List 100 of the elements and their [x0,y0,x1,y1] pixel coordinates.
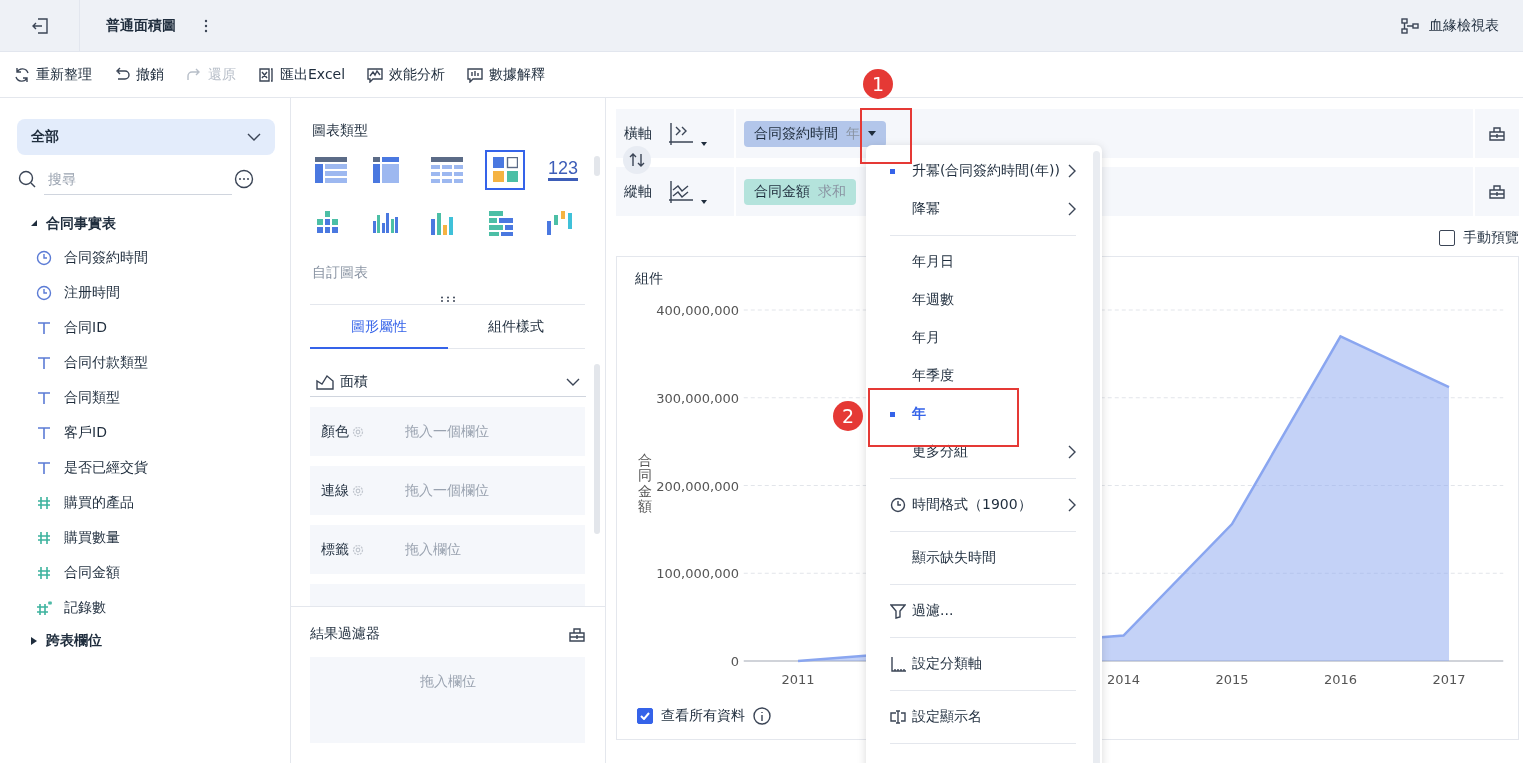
field-name[interactable]: 記錄數 [64,598,106,617]
caret-down-icon[interactable] [30,220,38,228]
field-pill[interactable]: 合同金額 求和 [744,178,856,205]
lineage-icon [1401,17,1419,34]
search-field[interactable]: 搜尋 [44,163,232,195]
more-options-icon[interactable] [234,169,254,189]
performance-icon [367,66,384,83]
annotation-badge: 1 [863,69,893,99]
hash-icon [36,494,52,511]
clock-icon [36,284,52,301]
axis-label: 橫軸 [624,124,652,143]
menu-item[interactable]: 年週數 [890,281,1076,319]
chevron-down-icon [566,377,580,386]
menu-item[interactable]: 年季度 [890,357,1076,395]
menu-item[interactable]: 年 [890,395,1076,433]
menu-item[interactable]: 過濾... [890,592,1076,630]
tab[interactable]: 組件樣式 [447,307,585,349]
tab[interactable]: 圖形屬性 [310,307,448,349]
y-tick-label: 400,000,000 [656,303,739,318]
hash-asterisk-icon [36,599,52,616]
table-icon [315,157,347,183]
filter-icon [890,603,906,619]
chart-title: 組件 [635,270,663,288]
section-title: 圖表類型 [311,121,369,140]
chevron-right-icon [1068,164,1076,178]
field-pill[interactable]: 合同簽約時間 年 [744,120,886,147]
detail-table-icon [431,157,463,183]
menu-item[interactable]: 時間格式（1900） [890,486,1076,524]
caret-right-icon[interactable] [30,637,38,645]
hash-icon [36,564,52,581]
undo-icon [114,66,130,83]
show-all-checkbox[interactable] [637,708,653,724]
menu-item[interactable]: 顯示缺失時間 [890,539,1076,577]
x-tick-label: 2011 [781,672,815,687]
show-all-label[interactable]: 查看所有資料 [661,707,745,725]
field-name[interactable]: 合同付款類型 [64,353,148,372]
scrollbar-thumb[interactable] [594,364,600,534]
drop-slot[interactable]: 連線 拖入一個欄位 [310,466,585,515]
more-vertical-icon[interactable] [204,18,208,33]
swap-icon[interactable] [623,146,651,174]
text-type-icon [36,354,52,371]
drag-handle-icon[interactable] [439,296,456,302]
field-name[interactable]: 合同簽約時間 [64,248,148,267]
annotation-frame [860,108,912,164]
text-type-icon [36,424,52,441]
x-tick-label: 2015 [1215,672,1249,687]
menu-item[interactable]: 年月 [890,319,1076,357]
field-name[interactable]: 合同ID [64,318,107,337]
table-name[interactable]: 合同事實表 [46,215,116,233]
field-name[interactable]: 購買的產品 [64,493,134,512]
field-name[interactable]: 注册時間 [64,283,120,302]
y-tick-label: 300,000,000 [656,390,739,406]
section-title: 結果過濾器 [310,625,380,643]
exit-icon [30,16,49,35]
rename-icon [890,709,906,725]
toolbar-button[interactable]: 匯出Excel [258,65,346,84]
field-name[interactable]: 合同類型 [64,388,120,407]
field-name[interactable]: 合同金額 [64,563,120,582]
toolbox-icon[interactable] [1489,184,1505,199]
drop-hint: 拖入欄位 [419,673,476,691]
drop-slot[interactable]: 顏色 拖入一個欄位 [310,407,585,456]
field-name[interactable]: 是否已經交貨 [64,458,148,477]
scope-dropdown[interactable]: 全部 [17,119,275,155]
tile-grid-icon [492,157,518,183]
lineage-view-button[interactable]: 血緣檢視表 [1395,15,1505,36]
document-title: 普通面積圖 [106,16,176,35]
mark-type-dropdown[interactable]: 面積 [310,367,586,397]
text-type-icon [36,319,52,336]
search-icon [18,170,36,188]
gear-icon [352,425,364,438]
toolbar-button[interactable]: 效能分析 [367,65,446,84]
field-name[interactable]: 客戶ID [64,423,107,442]
field-name[interactable]: 購買數量 [64,528,120,547]
table-name[interactable]: 跨表欄位 [46,632,102,650]
y-tick-label: 0 [730,654,739,669]
toolbar-button[interactable]: 重新整理 [14,65,92,84]
refresh-icon [14,66,30,83]
clock-icon [36,249,52,266]
drop-slot[interactable]: 標籤 拖入欄位 [310,525,585,574]
toolbar-button[interactable]: 撤銷 [114,65,164,84]
slot-label: 顏色 [321,422,349,441]
info-icon [753,707,771,725]
toolbox-icon[interactable] [1489,126,1505,141]
gear-icon [352,484,364,497]
chart-type-tile[interactable] [485,150,525,190]
menu-item[interactable]: 設定顯示名 [890,698,1076,736]
chevron-right-icon [1068,445,1076,459]
toolbox-icon[interactable] [569,626,585,642]
axis-ruler-icon [890,656,906,672]
toolbar-button[interactable]: 數據解釋 [467,65,546,84]
chart-type-tile[interactable]: 123 [543,150,583,190]
menu-item[interactable]: 升冪(合同簽約時間(年)) [890,152,1076,190]
scrollbar-thumb[interactable] [594,156,600,176]
menu-item[interactable]: 設定分類軸 [890,645,1076,683]
slot-hint: 拖入一個欄位 [405,481,489,500]
y-axis-title: 合同金額 [638,452,652,515]
gear-icon [352,543,364,556]
slot-label: 連線 [321,481,349,500]
axis-label: 縱軸 [624,182,652,201]
caret-down-icon [868,131,876,136]
